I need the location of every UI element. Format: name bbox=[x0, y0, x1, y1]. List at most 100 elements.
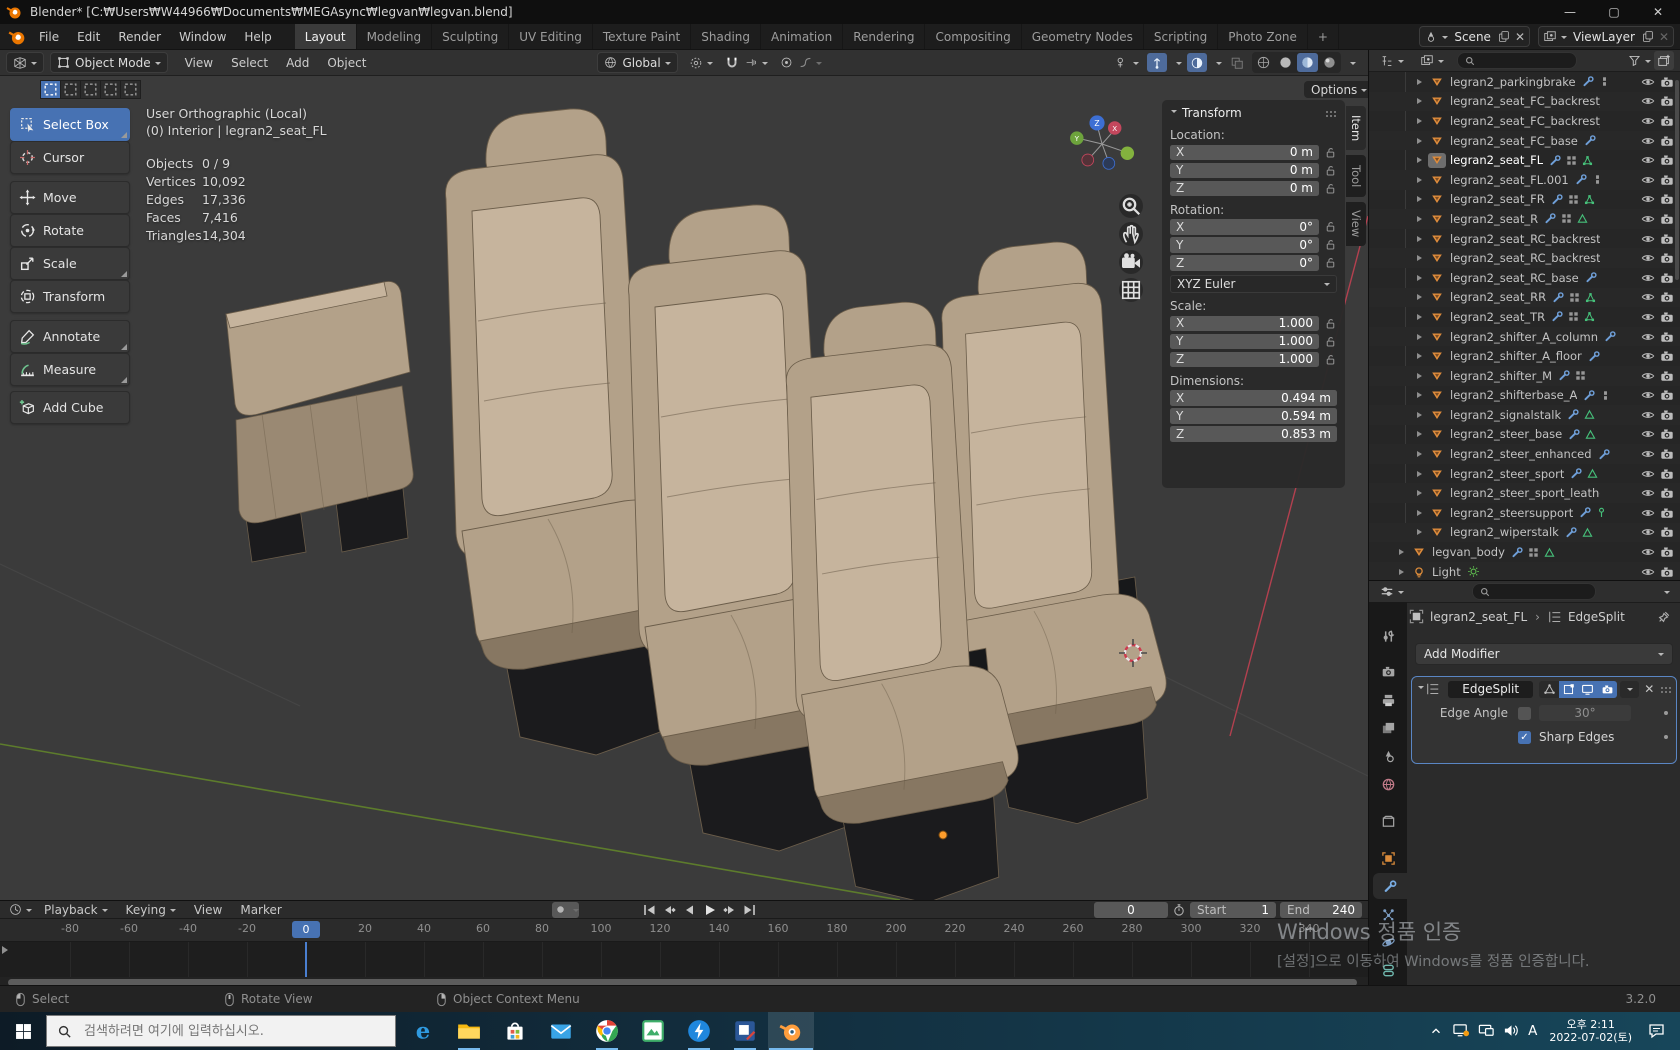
expand-icon[interactable] bbox=[1417, 412, 1425, 418]
hide-in-viewport-icon[interactable] bbox=[1641, 114, 1655, 128]
expand-icon[interactable] bbox=[1417, 451, 1425, 457]
tool-annotate[interactable]: Annotate bbox=[10, 320, 130, 353]
timeline-menu-marker[interactable]: Marker bbox=[231, 901, 290, 918]
object-name[interactable]: legran2_seat_R bbox=[1450, 212, 1538, 226]
object-name[interactable]: legran2_seat_FC_backrest_usir bbox=[1450, 114, 1600, 128]
transform-field-y[interactable]: Y0° bbox=[1170, 237, 1319, 253]
snap-toggle[interactable] bbox=[722, 53, 742, 72]
expand-icon[interactable] bbox=[1417, 353, 1425, 359]
workspace-tab-layout[interactable]: Layout bbox=[295, 24, 357, 49]
proportional-editing-toggle[interactable] bbox=[777, 53, 796, 72]
hide-in-viewport-icon[interactable] bbox=[1641, 232, 1655, 246]
unlink-scene-icon[interactable]: ✕ bbox=[1515, 30, 1525, 44]
hide-in-viewport-icon[interactable] bbox=[1641, 506, 1655, 520]
object-name[interactable]: legvan_body bbox=[1432, 545, 1505, 559]
expand-icon[interactable] bbox=[1417, 275, 1425, 281]
taskbar-search-input[interactable] bbox=[82, 1023, 366, 1040]
side-tab-item[interactable]: Item bbox=[1346, 106, 1366, 150]
menu-edit[interactable]: Edit bbox=[68, 24, 109, 49]
object-name[interactable]: legran2_signalstalk bbox=[1450, 408, 1561, 422]
workspace-tab-sculpting[interactable]: Sculpting bbox=[432, 24, 509, 49]
viewport-menu-view[interactable]: View bbox=[176, 50, 222, 75]
hide-in-viewport-icon[interactable] bbox=[1641, 388, 1655, 402]
menu-help[interactable]: Help bbox=[235, 24, 280, 49]
lock-open-icon[interactable] bbox=[1324, 182, 1337, 195]
workspace-tab-rendering[interactable]: Rendering bbox=[843, 24, 925, 49]
taskbar-app-store[interactable] bbox=[492, 1012, 538, 1050]
expand-icon[interactable] bbox=[1399, 569, 1407, 575]
modifier-drag-handle[interactable] bbox=[1660, 686, 1672, 693]
outliner-search[interactable] bbox=[1457, 52, 1577, 69]
disable-in-render-icon[interactable] bbox=[1660, 486, 1674, 500]
properties-tab-collection[interactable] bbox=[1369, 808, 1407, 834]
outliner-scrollbar[interactable] bbox=[1675, 80, 1679, 280]
workspace-tab-texture-paint[interactable]: Texture Paint bbox=[593, 24, 691, 49]
modifier-toggle-realtime[interactable] bbox=[1578, 681, 1597, 698]
expand-icon[interactable] bbox=[1417, 255, 1425, 261]
workspace-tab-geometry-nodes[interactable]: Geometry Nodes bbox=[1022, 24, 1144, 49]
outliner-row[interactable]: legran2_seat_FR bbox=[1369, 190, 1680, 210]
expand-icon[interactable] bbox=[1417, 510, 1425, 516]
expand-icon[interactable] bbox=[1417, 373, 1425, 379]
taskbar-app-mail[interactable] bbox=[538, 1012, 584, 1050]
hide-in-viewport-icon[interactable] bbox=[1641, 75, 1655, 89]
viewport-3d[interactable]: Options User Orthographic (Local) (0) In… bbox=[0, 76, 1368, 900]
sharp-edges-animate-dot[interactable] bbox=[1664, 735, 1668, 739]
properties-tab-object[interactable] bbox=[1369, 845, 1407, 871]
modifier-toggle-on-cage[interactable] bbox=[1559, 681, 1578, 698]
outliner-row[interactable]: legran2_steer_enhanced bbox=[1369, 444, 1680, 464]
transform-field-x[interactable]: X0.494 m bbox=[1170, 390, 1337, 406]
modifier-toggle-render[interactable] bbox=[1598, 681, 1617, 698]
object-name[interactable]: legran2_steer_enhanced bbox=[1450, 447, 1592, 461]
object-name[interactable]: legran2_steersupport bbox=[1450, 506, 1573, 520]
tool-scale[interactable]: Scale bbox=[10, 247, 130, 280]
expand-icon[interactable] bbox=[1417, 334, 1425, 340]
tool-add-cube[interactable]: Add Cube bbox=[10, 391, 130, 424]
frame-end-field[interactable]: End240 bbox=[1280, 902, 1362, 918]
properties-tab-world[interactable] bbox=[1369, 771, 1407, 797]
expand-icon[interactable] bbox=[1417, 236, 1425, 242]
action-center-icon[interactable] bbox=[1648, 1023, 1666, 1039]
expand-icon[interactable] bbox=[1417, 177, 1425, 183]
disable-in-render-icon[interactable] bbox=[1660, 388, 1674, 402]
new-collection-button[interactable] bbox=[1654, 51, 1674, 70]
mode-dropdown[interactable]: Object Mode bbox=[50, 52, 168, 73]
expand-icon[interactable] bbox=[1417, 431, 1425, 437]
disable-in-render-icon[interactable] bbox=[1660, 427, 1674, 441]
modifier-extras-dropdown[interactable] bbox=[1620, 681, 1639, 698]
hide-in-viewport-icon[interactable] bbox=[1641, 486, 1655, 500]
disable-in-render-icon[interactable] bbox=[1660, 251, 1674, 265]
taskbar-app-messenger[interactable] bbox=[676, 1012, 722, 1050]
hide-in-viewport-icon[interactable] bbox=[1641, 525, 1655, 539]
lock-open-icon[interactable] bbox=[1324, 256, 1337, 269]
taskbar-app-chrome[interactable] bbox=[584, 1012, 630, 1050]
outliner-row[interactable]: legran2_seat_FC_backrest_usir bbox=[1369, 111, 1680, 131]
expand-icon[interactable] bbox=[1417, 216, 1425, 222]
panel-drag-handle[interactable] bbox=[1325, 110, 1337, 117]
sharp-edges-checkbox[interactable]: ✓ bbox=[1518, 731, 1531, 744]
tool-measure[interactable]: Measure bbox=[10, 353, 130, 386]
disable-in-render-icon[interactable] bbox=[1660, 525, 1674, 539]
edge-angle-value[interactable]: 30° bbox=[1539, 705, 1631, 721]
hide-in-viewport-icon[interactable] bbox=[1641, 427, 1655, 441]
outliner-row[interactable]: legran2_seat_RC_backrest_usir bbox=[1369, 248, 1680, 268]
camera-view-button[interactable] bbox=[1119, 250, 1143, 274]
outliner-row[interactable]: legran2_wiperstalk bbox=[1369, 523, 1680, 543]
taskbar-app-blender[interactable] bbox=[768, 1012, 814, 1050]
outliner-row[interactable]: legran2_signalstalk bbox=[1369, 405, 1680, 425]
outliner-row[interactable]: legran2_steer_sport_leather bbox=[1369, 483, 1680, 503]
current-frame-badge[interactable]: 0 bbox=[292, 921, 320, 938]
outliner-row[interactable]: legran2_steer_sport bbox=[1369, 464, 1680, 484]
timeline-tracks[interactable] bbox=[0, 942, 1368, 977]
view-layer-selector[interactable]: ViewLayer ✕ bbox=[1538, 26, 1674, 47]
shading-material-button[interactable] bbox=[1297, 53, 1318, 72]
hide-in-viewport-icon[interactable] bbox=[1641, 408, 1655, 422]
workspace-tab-photo-zone[interactable]: Photo Zone bbox=[1218, 24, 1308, 49]
lock-open-icon[interactable] bbox=[1324, 146, 1337, 159]
network-status-icon[interactable] bbox=[1453, 1024, 1470, 1039]
auto-keying-button[interactable] bbox=[552, 902, 579, 918]
viewport-menu-select[interactable]: Select bbox=[222, 50, 277, 75]
disable-in-render-icon[interactable] bbox=[1660, 369, 1674, 383]
object-name[interactable]: legran2_seat_FL bbox=[1450, 153, 1543, 167]
outliner-row[interactable]: legran2_seat_FL.001 bbox=[1369, 170, 1680, 190]
